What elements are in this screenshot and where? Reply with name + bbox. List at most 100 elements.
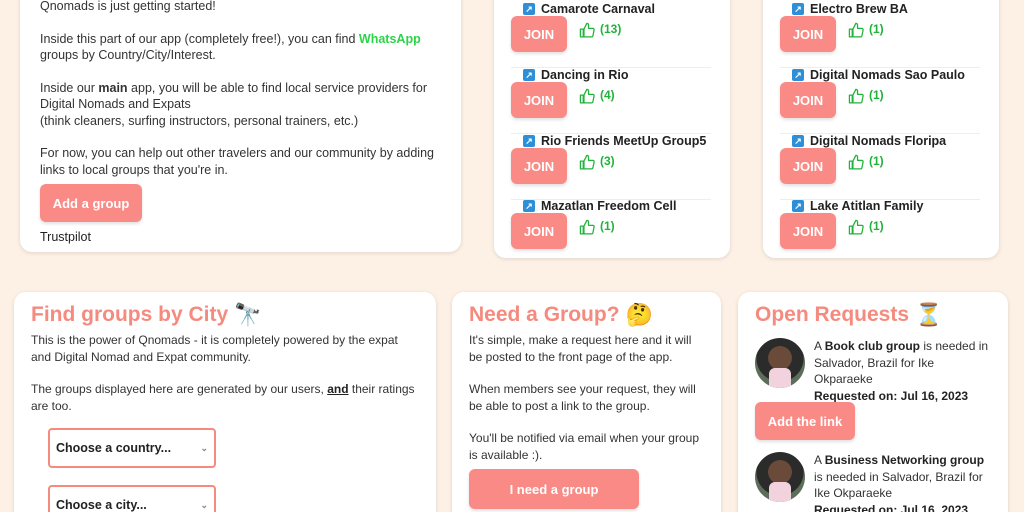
join-button[interactable]: JOIN — [511, 82, 567, 118]
city-select[interactable]: Choose a city... ⌄ — [48, 485, 216, 512]
open-title-text: Open Requests — [755, 303, 910, 326]
need-paragraph-2: When members see your request, they will… — [469, 382, 696, 413]
request-text: A Book club group is needed in Salvador,… — [814, 338, 989, 404]
group-name[interactable]: Digital Nomads Sao Paulo — [810, 68, 965, 82]
request-text-part: is needed in Salvador, Brazil for Ike Ok… — [814, 469, 983, 501]
intro-text: groups by Country/City/Interest. — [40, 48, 216, 62]
request-text: A Business Networking group is needed in… — [814, 452, 989, 512]
city-text: The groups displayed here are generated … — [31, 382, 328, 396]
group-link[interactable]: ↗ Dancing in Rio — [523, 68, 629, 82]
trustpilot-widget[interactable]: Trustpilot — [40, 229, 91, 246]
intro-text: (think cleaners, surfing instructors, pe… — [40, 113, 359, 128]
find-by-city-card: Find groups by City 🔭 This is the power o… — [14, 292, 436, 512]
like-button[interactable]: (1) — [848, 219, 884, 236]
avatar — [755, 338, 805, 388]
join-button[interactable]: JOIN — [511, 16, 567, 52]
avatar-figure — [769, 368, 791, 388]
group-link[interactable]: ↗ Rio Friends MeetUp Group5 — [523, 134, 706, 148]
like-button[interactable]: (1) — [848, 88, 884, 105]
external-link-icon: ↗ — [792, 200, 804, 212]
city-description: This is the power of Qnomads - it is com… — [31, 332, 419, 414]
group-name[interactable]: Electro Brew BA — [810, 2, 908, 16]
intro-text: Inside this part of our app (completely … — [40, 31, 359, 46]
add-the-link-button[interactable]: Add the link — [755, 402, 855, 440]
like-count: (4) — [600, 88, 615, 102]
group-name[interactable]: Dancing in Rio — [541, 68, 629, 82]
hourglass-icon: ⏳ — [915, 302, 943, 327]
group-item: ↗ Rio Friends MeetUp Group5 JOIN (3) — [511, 134, 711, 200]
group-name[interactable]: Digital Nomads Floripa — [810, 134, 946, 148]
like-count: (1) — [869, 219, 884, 233]
external-link-icon: ↗ — [523, 3, 535, 15]
request-text-part: A — [814, 453, 825, 467]
and-emphasis: and — [327, 382, 349, 396]
group-name[interactable]: Mazatlan Freedom Cell — [541, 199, 676, 213]
group-item: ↗ Dancing in Rio JOIN (4) — [511, 68, 711, 134]
intro-paragraph-2: Inside our main app, you will be able to… — [40, 80, 441, 130]
like-count: (3) — [600, 154, 615, 168]
group-link[interactable]: ↗ Lake Atitlan Family — [792, 199, 923, 213]
city-select-value: Choose a city... — [56, 498, 147, 512]
i-need-a-group-button[interactable]: I need a group — [469, 469, 639, 509]
open-requests-title: Open Requests ⏳ — [755, 302, 991, 328]
thumbs-up-icon — [848, 88, 864, 104]
thinking-face-icon: 🤔 — [625, 302, 653, 327]
country-select[interactable]: Choose a country... ⌄ — [48, 428, 216, 468]
external-link-icon: ↗ — [792, 69, 804, 81]
join-button[interactable]: JOIN — [780, 213, 836, 249]
join-button[interactable]: JOIN — [780, 148, 836, 184]
request-group-name: Business Networking group — [824, 453, 985, 467]
join-button[interactable]: JOIN — [780, 82, 836, 118]
group-name[interactable]: Lake Atitlan Family — [810, 199, 923, 213]
need-description: It's simple, make a request here and it … — [469, 332, 704, 463]
like-button[interactable]: (1) — [848, 154, 884, 171]
like-button[interactable]: (13) — [579, 22, 621, 39]
group-name[interactable]: Camarote Carnaval — [541, 2, 655, 16]
intro-main-word: main — [98, 80, 128, 95]
city-title-text: Find groups by City — [31, 303, 229, 326]
join-button[interactable]: JOIN — [511, 213, 567, 249]
group-item: ↗ Camarote Carnaval JOIN (13) — [511, 2, 711, 68]
thumbs-up-icon — [848, 154, 864, 170]
telescope-icon: 🔭 — [234, 302, 262, 327]
like-button[interactable]: (4) — [579, 88, 615, 105]
group-name[interactable]: Rio Friends MeetUp Group5 — [541, 134, 706, 148]
group-link[interactable]: ↗ Electro Brew BA — [792, 2, 908, 16]
country-select-value: Choose a country... — [56, 441, 172, 455]
like-button[interactable]: (1) — [579, 219, 615, 236]
external-link-icon: ↗ — [523, 135, 535, 147]
group-link[interactable]: ↗ Camarote Carnaval — [523, 2, 655, 16]
like-count: (1) — [869, 22, 884, 36]
thumbs-up-icon — [579, 88, 595, 104]
join-button[interactable]: JOIN — [511, 148, 567, 184]
intro-text: Inside our — [40, 80, 99, 95]
group-link[interactable]: ↗ Digital Nomads Floripa — [792, 134, 946, 148]
thumbs-up-icon — [848, 22, 864, 38]
join-button[interactable]: JOIN — [780, 16, 836, 52]
add-group-button[interactable]: Add a group — [40, 184, 142, 222]
external-link-icon: ↗ — [523, 69, 535, 81]
groups-list-1: ↗ Camarote Carnaval JOIN (13) ↗ Dancing in… — [494, 0, 730, 258]
thumbs-up-icon — [579, 22, 595, 38]
like-button[interactable]: (1) — [848, 22, 884, 39]
external-link-icon: ↗ — [792, 3, 804, 15]
need-paragraph-1: It's simple, make a request here and it … — [469, 333, 692, 364]
group-link[interactable]: ↗ Digital Nomads Sao Paulo — [792, 68, 965, 82]
group-item: ↗ Digital Nomads Sao Paulo JOIN (1) — [780, 68, 980, 134]
whatsapp-link[interactable]: WhatsApp — [359, 32, 421, 46]
groups-list-2: ↗ Electro Brew BA JOIN (1) ↗ Digital Nomad… — [763, 0, 999, 258]
thumbs-up-icon — [848, 219, 864, 235]
like-count: (1) — [869, 88, 884, 102]
like-button[interactable]: (3) — [579, 154, 615, 171]
need-paragraph-3: You'll be notified via email when your g… — [469, 431, 699, 462]
like-count: (1) — [600, 219, 615, 233]
like-count: (1) — [869, 154, 884, 168]
request-date: Requested on: Jul 16, 2023 — [814, 388, 969, 403]
avatar-figure — [769, 482, 791, 502]
group-item: ↗ Mazatlan Freedom Cell JOIN (1) — [511, 199, 711, 258]
city-card-title: Find groups by City 🔭 — [31, 302, 419, 328]
city-paragraph-1: This is the power of Qnomads - it is com… — [31, 333, 398, 364]
need-title-text: Need a Group? — [469, 303, 620, 326]
group-link[interactable]: ↗ Mazatlan Freedom Cell — [523, 199, 676, 213]
need-group-card: Need a Group? 🤔 It's simple, make a reque… — [452, 292, 721, 512]
